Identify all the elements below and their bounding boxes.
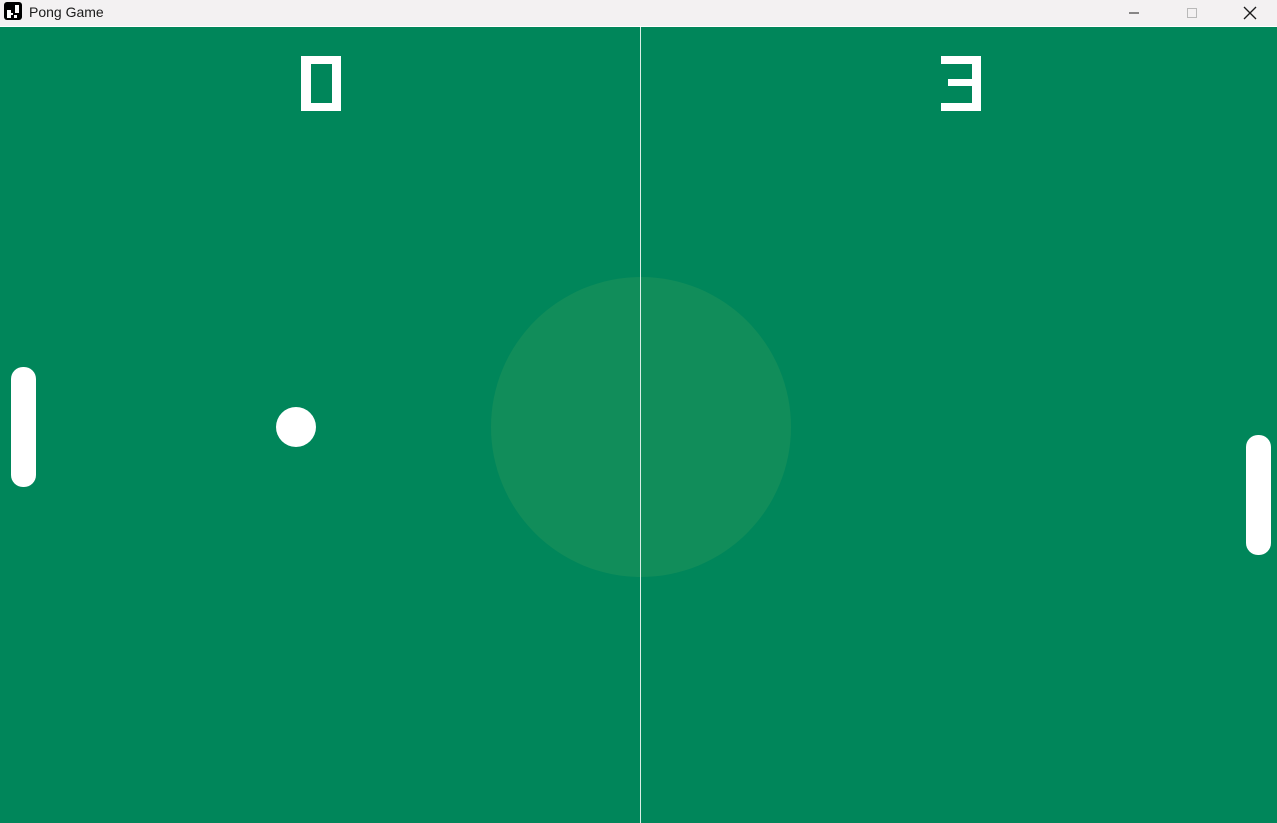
minimize-icon [1129,12,1139,14]
window-title: Pong Game [29,4,104,20]
score-right-digit [941,56,981,111]
score-left: 0 [292,53,352,113]
score-right: 3 [932,53,992,113]
minimize-button[interactable] [1111,0,1157,26]
ball [276,407,316,447]
maximize-button[interactable] [1169,0,1215,26]
left-paddle [11,367,36,487]
close-button[interactable] [1227,0,1273,26]
maximize-icon [1187,8,1197,18]
right-paddle [1246,435,1271,555]
center-circle [491,277,791,577]
title-bar[interactable]: Pong Game [0,0,1277,26]
app-icon [4,2,22,20]
game-field: 0 3 [0,27,1277,823]
center-line [640,27,641,823]
game-window: Pong Game 0 3 [0,0,1277,823]
score-left-digit [301,56,341,111]
close-icon [1243,6,1257,20]
